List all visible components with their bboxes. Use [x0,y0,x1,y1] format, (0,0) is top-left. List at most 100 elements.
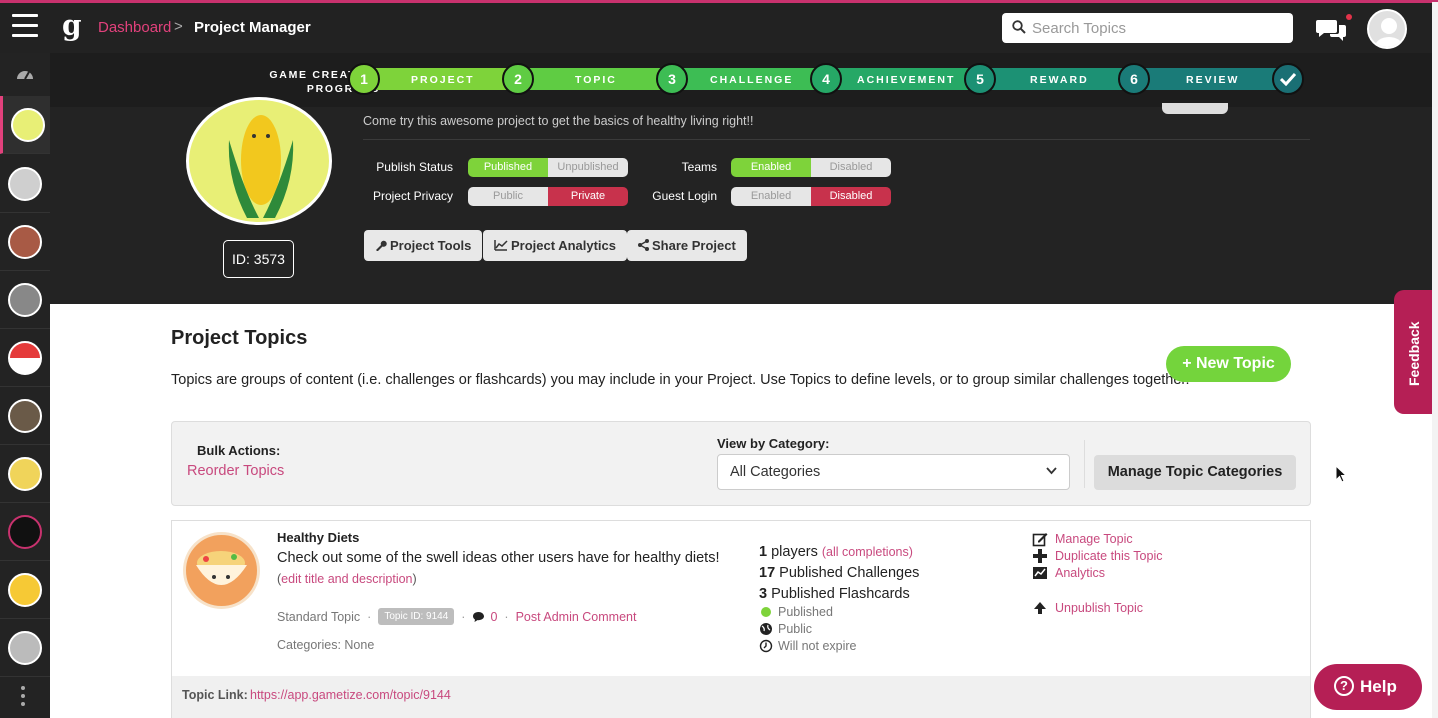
topic-title[interactable]: Healthy Diets [277,530,359,545]
challenges-count: 17 [759,565,776,581]
analytics-action[interactable]: Analytics [1032,565,1105,581]
sidebar-project-6[interactable] [0,387,50,445]
mouse-cursor-icon [1335,465,1347,483]
expiry-status-text: Will not expire [778,639,857,653]
flashcards-stat: 3 Published Flashcards [759,586,910,602]
public-status-text: Public [778,622,813,636]
topic-link-url[interactable]: https://app.gametize.com/topic/9144 [250,688,451,702]
topic-image[interactable] [183,532,260,609]
topic-id-badge: Topic ID: 9144 [378,608,455,625]
more-vertical-icon[interactable] [21,686,27,710]
search-input[interactable] [1032,17,1282,39]
topic-link-bar: Topic Link: https://app.gametize.com/top… [172,676,1310,718]
sidebar-project-3[interactable] [0,213,50,271]
manage-topic-action[interactable]: Manage Topic [1032,531,1133,547]
sidebar-project-pokeball[interactable] [0,329,50,387]
private-option[interactable]: Private [548,187,628,206]
step-5-label[interactable]: REWARD [1030,74,1089,86]
players-stat: 1 players (all completions) [759,544,913,560]
project-tools-button[interactable]: Project Tools [364,230,483,261]
sidebar-project-2[interactable] [0,155,50,213]
search-box[interactable] [1002,13,1293,43]
review-check-icon[interactable] [1272,63,1304,95]
step-1-label[interactable]: PROJECT [411,74,475,86]
unpublish-topic-action[interactable]: Unpublish Topic [1032,600,1143,616]
bulk-actions-panel: Bulk Actions: Reorder Topics View by Cat… [171,421,1311,506]
clock-icon [759,639,773,653]
step-6-label[interactable]: REVIEW [1186,74,1239,86]
step-2-label[interactable]: TOPIC [575,74,617,86]
teams-toggle[interactable]: Enabled Disabled [731,158,891,177]
post-admin-comment-link[interactable]: Post Admin Comment [516,610,637,624]
share-project-button[interactable]: Share Project [627,230,747,261]
user-avatar[interactable] [1367,9,1407,49]
sidebar [0,53,50,718]
comment-count[interactable]: 0 [490,610,497,624]
analytics-icon [1033,567,1047,579]
sidebar-project-9[interactable] [0,561,50,619]
guest-login-toggle[interactable]: Enabled Disabled [731,187,891,206]
sidebar-project-4[interactable] [0,271,50,329]
edit-title-description-link[interactable]: (edit title and description) [277,572,417,586]
help-button[interactable]: ? Help [1314,664,1422,710]
step-3-circle[interactable]: 3 [656,63,688,95]
share-icon [638,239,649,251]
project-avatar-corn [186,97,332,225]
step-2-circle[interactable]: 2 [502,63,534,95]
topic-categories: Categories: None [277,638,375,652]
edit-link-text: edit title and description [281,572,413,586]
reorder-topics-link[interactable]: Reorder Topics [187,463,284,479]
project-tools-label: Project Tools [390,238,472,253]
globe-icon [760,623,772,635]
challenges-stat: 17 Published Challenges [759,565,919,581]
duplicate-topic-text: Duplicate this Topic [1055,549,1163,563]
step-6-circle[interactable]: 6 [1118,63,1150,95]
scrollbar[interactable] [1432,2,1438,718]
chat-icon[interactable] [1315,17,1347,43]
analytics-text: Analytics [1055,566,1106,580]
project-analytics-button[interactable]: Project Analytics [483,230,628,261]
teams-disabled-option[interactable]: Disabled [811,158,891,177]
guest-enabled-option[interactable]: Enabled [731,187,811,206]
sidebar-project-corn[interactable] [0,96,50,154]
publish-status-toggle[interactable]: Published Unpublished [468,158,628,177]
unpublished-option[interactable]: Unpublished [548,158,628,177]
divider [363,139,1310,140]
published-option[interactable]: Published [468,158,548,177]
user-silhouette-icon [1375,18,1403,47]
public-option[interactable]: Public [468,187,548,206]
category-select-value: All Categories [730,464,821,480]
step-1-circle[interactable]: 1 [348,63,380,95]
divider [1084,440,1085,488]
all-completions-link[interactable]: (all completions) [822,545,913,559]
arrow-up-icon [1034,602,1046,614]
chevron-down-icon [1046,467,1057,475]
sidebar-project-10[interactable] [0,619,50,677]
breadcrumb-dashboard-link[interactable]: Dashboard [98,19,171,36]
step-3-label[interactable]: CHALLENGE [710,74,793,86]
wrench-icon [376,240,387,252]
duplicate-topic-action[interactable]: Duplicate this Topic [1032,548,1162,564]
topic-card: Healthy Diets Check out some of the swel… [171,520,1311,718]
edit-icon [1032,533,1048,547]
dashboard-gauge-icon[interactable] [16,66,34,80]
project-privacy-toggle[interactable]: Public Private [468,187,628,206]
project-edit-button[interactable] [1162,103,1228,114]
guest-login-label: Guest Login [652,189,717,203]
hamburger-menu-icon[interactable] [12,14,38,40]
new-topic-button[interactable]: + New Topic [1166,346,1291,382]
step-4-circle[interactable]: 4 [810,63,842,95]
guest-disabled-option[interactable]: Disabled [811,187,891,206]
topic-description: Check out some of the swell ideas other … [277,550,720,566]
manage-topic-categories-button[interactable]: Manage Topic Categories [1094,455,1296,490]
teams-enabled-option[interactable]: Enabled [731,158,811,177]
sidebar-project-gametize[interactable] [0,503,50,561]
comment-icon [473,611,485,622]
gametize-logo[interactable]: g [62,9,82,42]
expiry-status: Will not expire [759,639,857,653]
step-5-circle[interactable]: 5 [964,63,996,95]
sidebar-project-7[interactable] [0,445,50,503]
green-dot-icon [761,607,771,617]
step-4-label[interactable]: ACHIEVEMENT [857,74,955,86]
category-select[interactable]: All Categories [717,454,1070,490]
